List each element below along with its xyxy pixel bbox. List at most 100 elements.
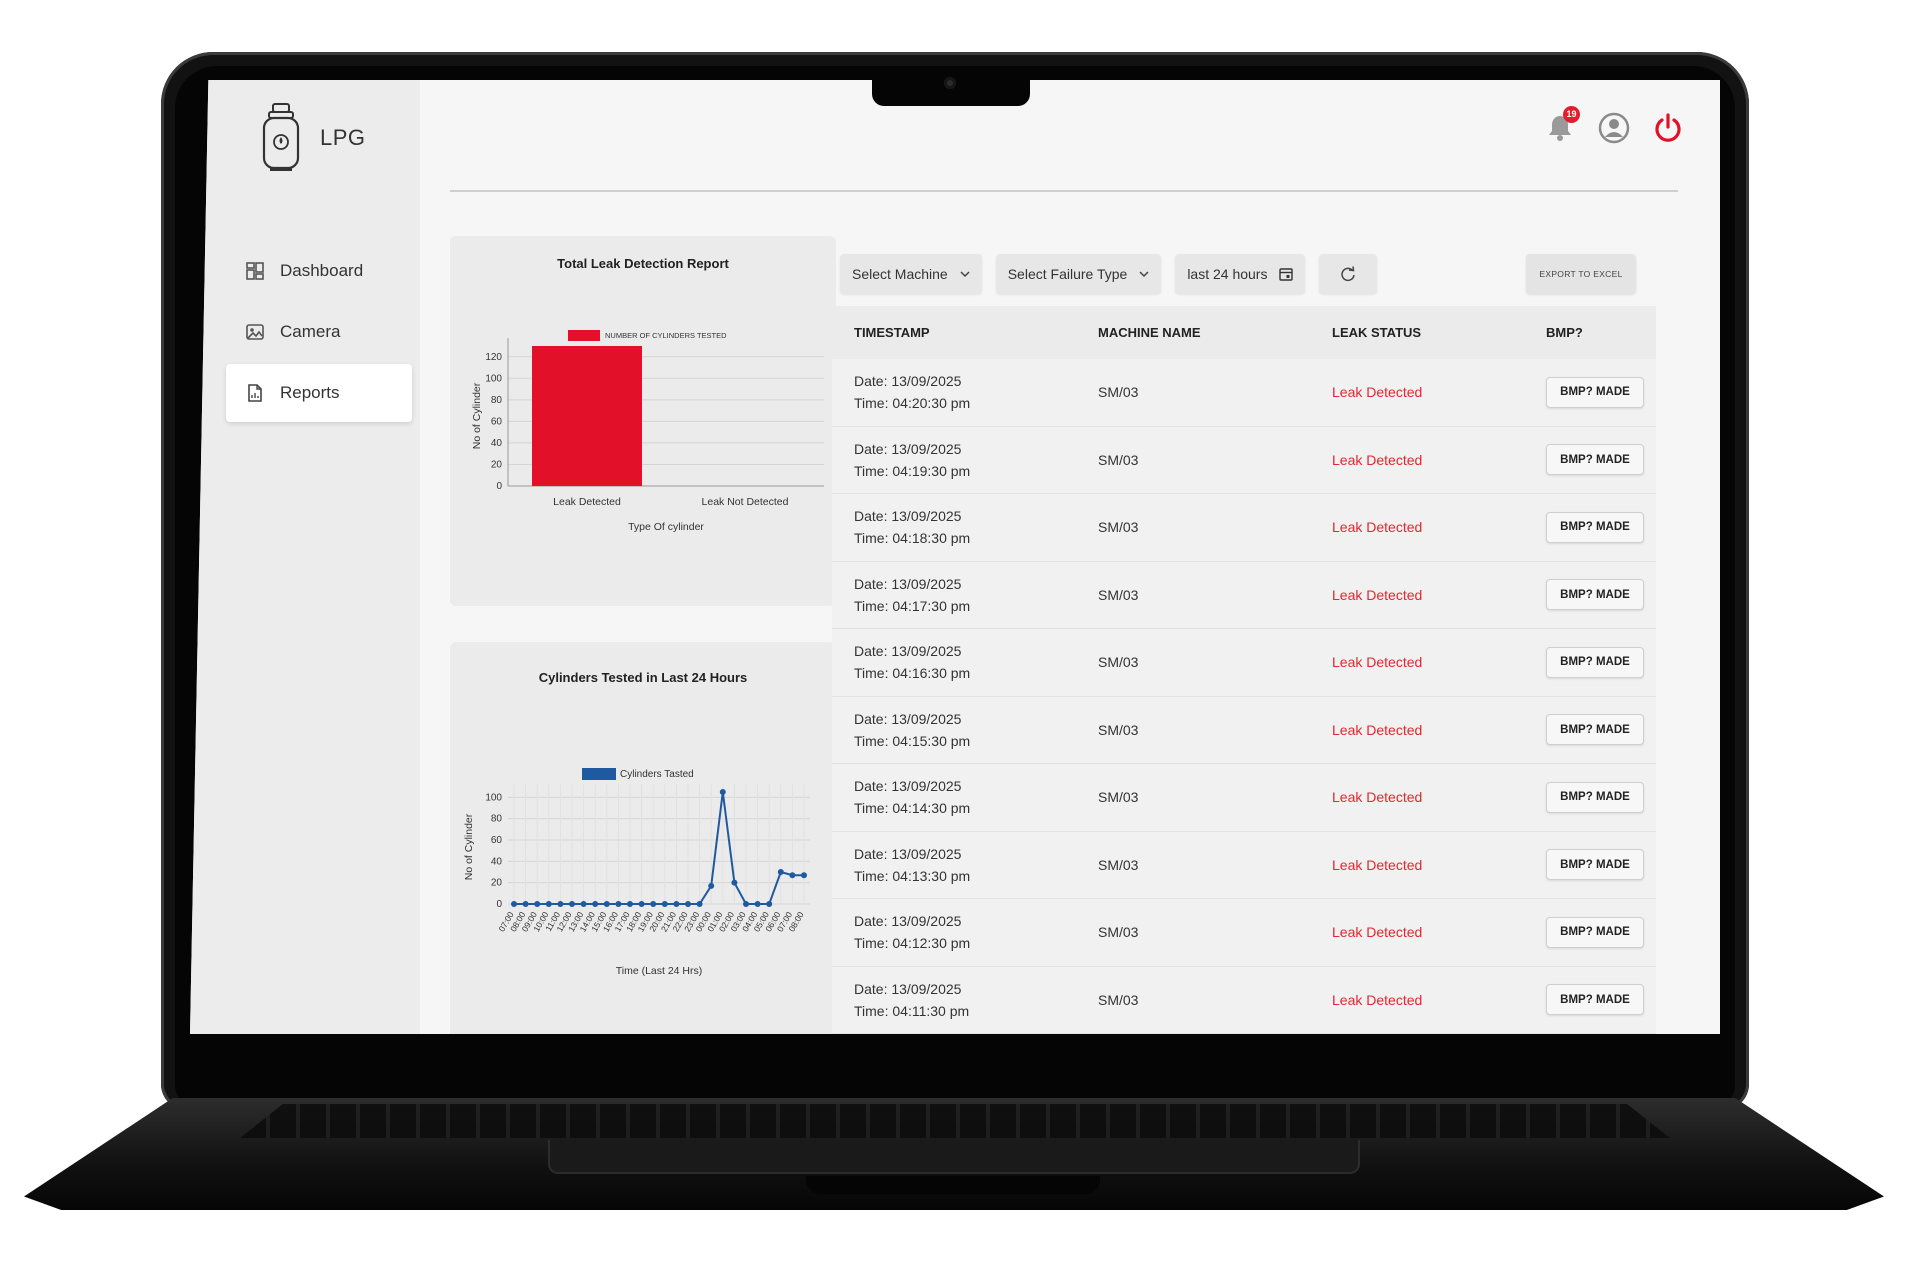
table-row[interactable]: Date: 13/09/2025 Time: 04:11:30 pm SM/03 Le… (832, 967, 1656, 1034)
date-range-picker[interactable]: last 24 hours (1175, 254, 1306, 294)
filter-bar: Select Machine Select Failure Type last … (840, 254, 1378, 294)
table-row[interactable]: Date: 13/09/2025 Time: 04:12:30 pm SM/03 Le… (832, 899, 1656, 967)
y-tick-label: 80 (491, 814, 503, 825)
column-header-machine[interactable]: MACHINE NAME (1098, 325, 1332, 340)
sidebar-item-reports[interactable]: Reports (226, 364, 412, 422)
data-point (777, 869, 784, 875)
machine-select[interactable]: Select Machine (840, 254, 982, 294)
table-row[interactable]: Date: 13/09/2025 Time: 04:16:30 pm SM/03 Le… (832, 629, 1656, 697)
data-point (766, 901, 773, 907)
data-point (580, 901, 587, 907)
timestamp-cell: Date: 13/09/2025 Time: 04:12:30 pm (854, 910, 1098, 954)
date-value: 13/09/2025 (891, 778, 962, 795)
bmp-made-button[interactable]: BMP? MADE (1546, 849, 1644, 881)
bmp-made-button[interactable]: BMP? MADE (1546, 511, 1644, 543)
time-value: 04:12:30 pm (892, 935, 971, 952)
y-tick-label: 120 (485, 352, 502, 363)
screen: LPG Dashboard Camera Reports 19 Total Le… (190, 80, 1720, 1034)
y-tick-label: 60 (491, 416, 503, 427)
user-profile-button[interactable] (1598, 112, 1630, 144)
header-actions: 19 (1544, 106, 1684, 144)
column-header-status[interactable]: LEAK STATUS (1332, 325, 1546, 340)
export-to-excel-button[interactable]: EXPORT TO EXCEL (1526, 254, 1636, 294)
time-value: 04:20:30 pm (892, 395, 971, 412)
date-label: Date: (854, 980, 888, 997)
bmp-made-button[interactable]: BMP? MADE (1546, 579, 1644, 611)
cylinders-24h-chart-card: Cylinders Tested in Last 24 Hours 0 20 40 6… (450, 642, 836, 1034)
data-point (545, 901, 552, 907)
x-axis-label: Type Of cylinder (628, 521, 704, 533)
bar-chart: 0 20 40 60 80 100 120 Leak Detected Leak Not Det… (471, 330, 824, 533)
bmp-cell: BMP? MADE (1546, 849, 1678, 881)
leak-status-cell: Leak Detected (1332, 789, 1423, 806)
timestamp-cell: Date: 13/09/2025 Time: 04:13:30 pm (854, 843, 1098, 887)
refresh-icon (1341, 266, 1356, 282)
power-icon (1655, 113, 1681, 142)
date-label: Date: (854, 913, 888, 930)
webcam (944, 77, 956, 89)
data-point (627, 901, 633, 907)
notifications-button[interactable]: 19 (1544, 106, 1580, 144)
bmp-cell: BMP? MADE (1546, 984, 1678, 1016)
bmp-made-button[interactable]: BMP? MADE (1546, 916, 1644, 948)
table-row[interactable]: Date: 13/09/2025 Time: 04:18:30 pm SM/03 Le… (832, 494, 1656, 562)
time-value: 04:19:30 pm (892, 462, 971, 479)
calendar-icon (1279, 268, 1294, 281)
bmp-made-button[interactable]: BMP? MADE (1546, 376, 1644, 408)
time-value: 04:16:30 pm (892, 665, 971, 682)
leak-status-cell: Leak Detected (1332, 924, 1423, 941)
y-tick-label: 60 (491, 835, 503, 846)
data-point (557, 901, 564, 907)
refresh-button[interactable] (1319, 254, 1378, 294)
sidebar-item-camera[interactable]: Camera (226, 303, 412, 361)
table-row[interactable]: Date: 13/09/2025 Time: 04:20:30 pm SM/03 Le… (832, 359, 1656, 427)
data-point (789, 872, 796, 879)
bmp-cell: BMP? MADE (1546, 781, 1678, 813)
line-chart: 02040608010007:0008:0009:0010:0011:0012:… (463, 768, 810, 977)
data-point (754, 901, 761, 907)
bmp-made-button[interactable]: BMP? MADE (1546, 444, 1644, 476)
timestamp-cell: Date: 13/09/2025 Time: 04:17:30 pm (854, 573, 1098, 617)
camera-icon (246, 324, 264, 340)
data-point (603, 901, 610, 907)
timestamp-cell: Date: 13/09/2025 Time: 04:14:30 pm (854, 775, 1098, 819)
column-header-bmp[interactable]: BMP? (1546, 325, 1678, 340)
machine-cell: SM/03 (1098, 451, 1139, 468)
date-label: Date: (854, 508, 888, 525)
data-point (592, 901, 599, 907)
leak-detection-chart-card: Total Leak Detection Report 0 20 40 60 80 100… (450, 236, 836, 606)
bmp-cell: BMP? MADE (1546, 579, 1678, 611)
leak-status-cell: Leak Detected (1332, 721, 1423, 738)
y-tick-label: 20 (491, 878, 503, 889)
chevron-down-icon (960, 271, 970, 278)
brand[interactable]: LPG (260, 102, 366, 174)
table-row[interactable]: Date: 13/09/2025 Time: 04:13:30 pm SM/03 Le… (832, 832, 1656, 899)
failure-type-select[interactable]: Select Failure Type (995, 254, 1162, 294)
date-label: Date: (854, 643, 888, 660)
bmp-made-button[interactable]: BMP? MADE (1546, 646, 1644, 678)
table-body: Date: 13/09/2025 Time: 04:20:30 pm SM/03 Le… (832, 359, 1656, 1034)
bmp-cell: BMP? MADE (1546, 376, 1678, 408)
date-value: 13/09/2025 (891, 575, 962, 592)
table-row[interactable]: Date: 13/09/2025 Time: 04:14:30 pm SM/03 Le… (832, 764, 1656, 832)
y-tick-label: 40 (491, 856, 503, 867)
y-axis-label: No of Cylinder (471, 382, 483, 449)
y-tick-label: 100 (485, 373, 502, 384)
sidebar-item-dashboard[interactable]: Dashboard (226, 242, 412, 300)
table-row[interactable]: Date: 13/09/2025 Time: 04:15:30 pm SM/03 Le… (832, 697, 1656, 764)
notification-badge: 19 (1563, 106, 1580, 123)
legend-label: Cylinders Tasted (620, 769, 694, 780)
bmp-made-button[interactable]: BMP? MADE (1546, 781, 1644, 813)
time-label: Time: (854, 732, 889, 749)
bmp-made-button[interactable]: BMP? MADE (1546, 984, 1644, 1016)
machine-cell: SM/03 (1098, 654, 1139, 671)
logout-button[interactable] (1652, 112, 1684, 144)
table-row[interactable]: Date: 13/09/2025 Time: 04:17:30 pm SM/03 Le… (832, 562, 1656, 629)
data-point (719, 789, 726, 795)
column-header-timestamp[interactable]: TIMESTAMP (854, 325, 1098, 340)
table-row[interactable]: Date: 13/09/2025 Time: 04:19:30 pm SM/03 Le… (832, 427, 1656, 494)
gas-cylinder-icon (262, 103, 300, 171)
bmp-cell: BMP? MADE (1546, 444, 1678, 476)
bmp-made-button[interactable]: BMP? MADE (1546, 714, 1644, 746)
data-point (615, 901, 622, 907)
